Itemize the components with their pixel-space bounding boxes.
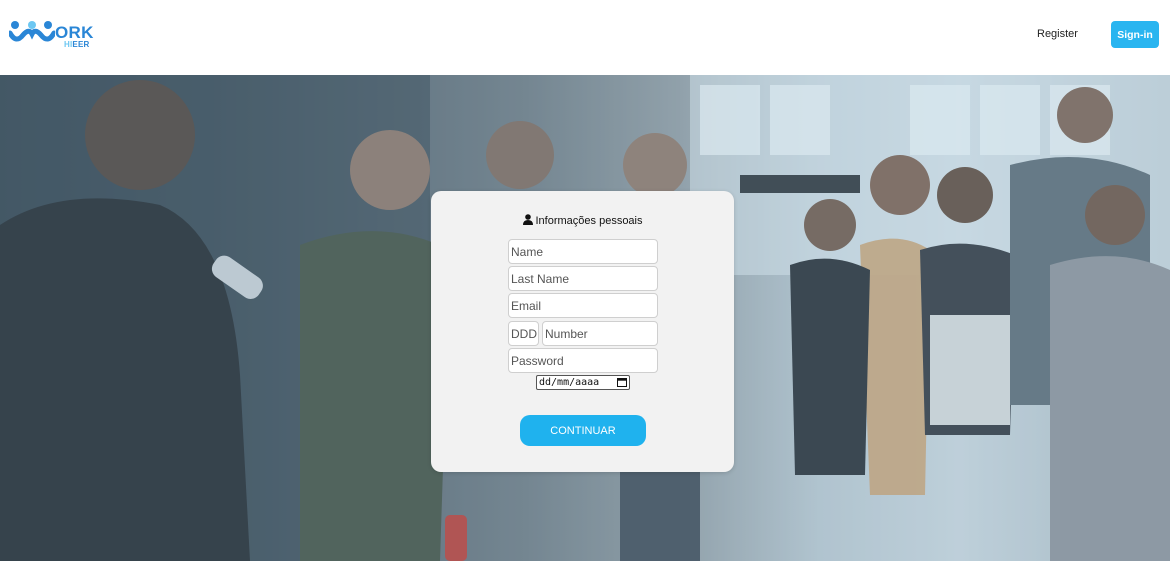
register-link[interactable]: Register	[1037, 28, 1078, 40]
form-title-text: Informações pessoais	[535, 215, 643, 227]
logo-text-sub: HIEER	[64, 40, 89, 49]
last-name-input[interactable]	[508, 266, 658, 291]
workhiheer-logo[interactable]: ORK HIEER	[9, 20, 93, 56]
phone-number-input[interactable]	[542, 321, 658, 346]
calendar-icon[interactable]	[617, 378, 627, 387]
birth-date-input[interactable]: dd/mm/aaaa	[536, 375, 630, 390]
ddd-input[interactable]	[508, 321, 539, 346]
name-input[interactable]	[508, 239, 658, 264]
date-placeholder: dd/mm/aaaa	[539, 377, 600, 388]
logo-text-sub-dark: EER	[72, 40, 90, 49]
user-icon	[522, 214, 533, 225]
signin-button[interactable]: Sign-in	[1111, 21, 1159, 48]
form-title: Informações pessoais	[431, 214, 734, 227]
personal-info-form-card: Informações pessoais dd/mm/aaaa CONTINUA…	[431, 191, 734, 472]
continue-button[interactable]: CONTINUAR	[520, 415, 646, 446]
top-header: ORK HIEER Register Sign-in	[0, 0, 1170, 75]
logo-mark-icon	[9, 21, 55, 42]
password-input[interactable]	[508, 348, 658, 373]
email-input[interactable]	[508, 293, 658, 318]
